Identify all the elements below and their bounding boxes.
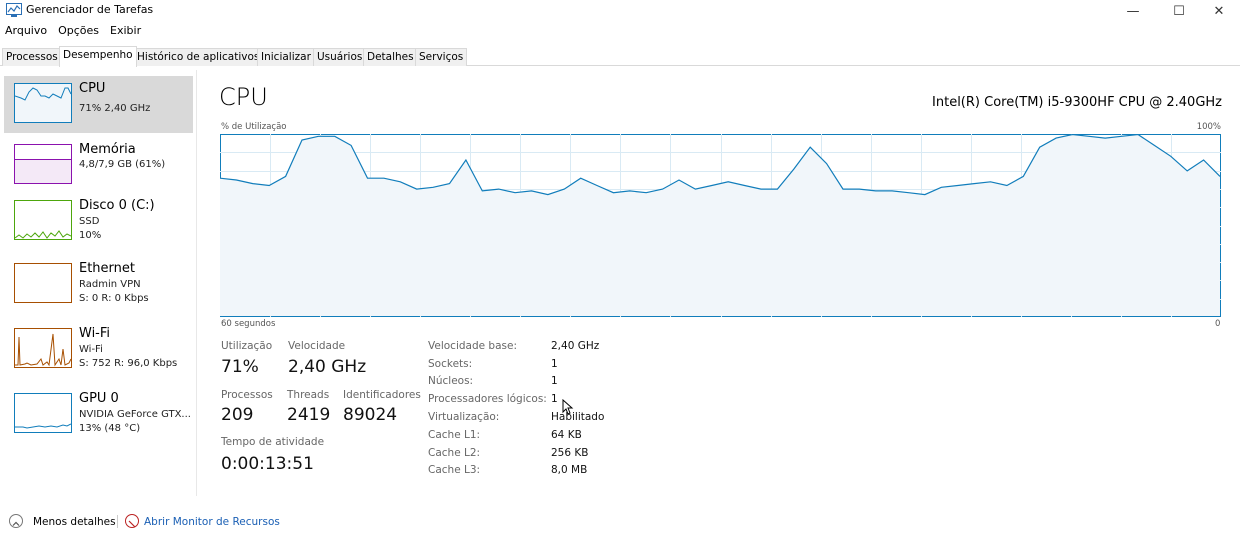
sidebar-label-cpu: CPU bbox=[79, 81, 106, 96]
sidebar-sub-disco-type: SSD bbox=[79, 216, 100, 227]
sidebar-sub-wifi-rate: S: 752 R: 96,0 Kbps bbox=[79, 358, 178, 369]
graph-utilization-label: % de Utilização bbox=[221, 122, 287, 132]
tab-historico[interactable]: Histórico de aplicativos bbox=[133, 48, 264, 66]
processes-value: 209 bbox=[221, 405, 254, 425]
cpu-model-name: Intel(R) Core(TM) i5-9300HF CPU @ 2.40GH… bbox=[932, 95, 1222, 110]
menu-opcoes[interactable]: Opções bbox=[53, 24, 105, 42]
sidebar-sub-ethernet-adapter: Radmin VPN bbox=[79, 279, 141, 290]
sidebar-item-cpu[interactable]: CPU 71% 2,40 GHz bbox=[4, 76, 193, 133]
graph-max-label: 100% bbox=[1196, 122, 1221, 132]
mouse-cursor-icon bbox=[562, 399, 574, 415]
ethernet-thumbnail bbox=[14, 263, 72, 303]
handles-value: 89024 bbox=[343, 405, 398, 425]
sidebar-sub-disco-usage: 10% bbox=[79, 230, 102, 241]
memory-thumbnail bbox=[14, 144, 72, 184]
detail-label-l2: Cache L2: bbox=[428, 447, 481, 459]
open-resource-monitor-link[interactable]: Abrir Monitor de Recursos bbox=[144, 516, 280, 528]
detail-label-sockets: Sockets: bbox=[428, 358, 473, 370]
sidebar-sub-cpu: 71% 2,40 GHz bbox=[79, 103, 151, 114]
gpu-mini-graph bbox=[15, 423, 71, 429]
detail-value-l2: 256 KB bbox=[551, 447, 589, 459]
memory-fill bbox=[15, 160, 71, 183]
sidebar-label-memoria: Memória bbox=[79, 142, 136, 157]
detail-value-logical: 1 bbox=[551, 393, 558, 405]
tab-desempenho[interactable]: Desempenho bbox=[59, 46, 137, 67]
detail-value-sockets: 1 bbox=[551, 358, 558, 370]
processes-label: Processos bbox=[221, 389, 273, 401]
graph-time-label: 60 segundos bbox=[221, 319, 276, 329]
threads-value: 2419 bbox=[287, 405, 331, 425]
threads-label: Threads bbox=[287, 389, 330, 401]
sidebar-sub-ethernet-rate: S: 0 R: 0 Kbps bbox=[79, 293, 149, 304]
sidebar-sub-memoria: 4,8/7,9 GB (61%) bbox=[79, 159, 166, 170]
menu-arquivo[interactable]: Arquivo bbox=[0, 24, 53, 42]
menu-bar: Arquivo Opções Exibir bbox=[0, 24, 147, 42]
sidebar-label-ethernet: Ethernet bbox=[79, 261, 135, 276]
wifi-mini-graph bbox=[15, 333, 71, 367]
detail-value-base-speed: 2,40 GHz bbox=[551, 340, 600, 352]
detail-label-logical: Processadores lógicos: bbox=[428, 393, 547, 405]
uptime-value: 0:00:13:51 bbox=[221, 454, 314, 474]
sidebar-item-disco[interactable]: Disco 0 (C:) SSD 10% bbox=[4, 193, 193, 250]
window-title: Gerenciador de Tarefas bbox=[26, 3, 154, 16]
sidebar-item-ethernet[interactable]: Ethernet Radmin VPN S: 0 R: 0 Kbps bbox=[4, 256, 193, 313]
uptime-label: Tempo de atividade bbox=[221, 436, 325, 448]
speed-label: Velocidade bbox=[288, 340, 346, 352]
sidebar-item-wifi[interactable]: Wi-Fi Wi-Fi S: 752 R: 96,0 Kbps bbox=[4, 321, 193, 378]
tab-usuarios[interactable]: Usuários bbox=[313, 48, 367, 66]
detail-label-cores: Núcleos: bbox=[428, 375, 474, 387]
tab-detalhes[interactable]: Detalhes bbox=[363, 48, 418, 66]
gpu-thumbnail bbox=[14, 393, 72, 433]
sidebar-sub-wifi-adapter: Wi-Fi bbox=[79, 344, 103, 355]
graph-zero-label: 0 bbox=[1215, 319, 1221, 329]
tab-servicos[interactable]: Serviços bbox=[415, 48, 468, 66]
detail-value-l1: 64 KB bbox=[551, 429, 582, 441]
sidebar-sub-gpu-usage: 13% (48 °C) bbox=[79, 423, 141, 434]
close-button[interactable]: ✕ bbox=[1196, 0, 1240, 22]
detail-label-l1: Cache L1: bbox=[428, 429, 481, 441]
sidebar-item-gpu[interactable]: GPU 0 NVIDIA GeForce GTX... 13% (48 °C) bbox=[4, 386, 193, 443]
cpu-thumbnail bbox=[14, 83, 72, 123]
less-details-link[interactable]: Menos detalhes bbox=[33, 516, 116, 528]
cpu-usage-graph bbox=[220, 134, 1221, 317]
minimize-button[interactable]: — bbox=[1110, 0, 1156, 22]
menu-exibir[interactable]: Exibir bbox=[105, 24, 147, 42]
disk-mini-graph bbox=[15, 230, 71, 239]
sidebar-sub-gpu-model: NVIDIA GeForce GTX... bbox=[79, 409, 191, 420]
sidebar-label-gpu: GPU 0 bbox=[79, 391, 119, 406]
handles-label: Identificadores bbox=[343, 389, 421, 401]
sidebar-label-wifi: Wi-Fi bbox=[79, 326, 111, 341]
tab-strip: Processos Desempenho Histórico de aplica… bbox=[0, 46, 1240, 67]
utilization-label: Utilização bbox=[221, 340, 273, 352]
detail-value-cores: 1 bbox=[551, 375, 558, 387]
wifi-thumbnail bbox=[14, 328, 72, 368]
chevron-up-icon[interactable] bbox=[9, 514, 23, 528]
disk-thumbnail bbox=[14, 200, 72, 240]
detail-label-l3: Cache L3: bbox=[428, 464, 481, 476]
speed-value: 2,40 GHz bbox=[288, 357, 367, 377]
page-title: CPU bbox=[219, 83, 268, 111]
utilization-value: 71% bbox=[221, 357, 259, 377]
detail-value-l3: 8,0 MB bbox=[551, 464, 588, 476]
tab-inicializar[interactable]: Inicializar bbox=[257, 48, 315, 66]
tab-processos[interactable]: Processos bbox=[2, 48, 62, 66]
footer-bar: Menos detalhes Abrir Monitor de Recursos bbox=[0, 508, 1240, 534]
sidebar-divider bbox=[196, 70, 197, 496]
sidebar-label-disco: Disco 0 (C:) bbox=[79, 198, 155, 213]
detail-value-virtualization: Habilitado bbox=[551, 411, 605, 423]
sidebar-item-memoria[interactable]: Memória 4,8/7,9 GB (61%) bbox=[4, 137, 193, 194]
footer-separator bbox=[117, 515, 118, 528]
resource-monitor-icon[interactable] bbox=[125, 514, 139, 528]
task-manager-icon bbox=[6, 3, 22, 17]
detail-label-base-speed: Velocidade base: bbox=[428, 340, 517, 352]
title-bar: Gerenciador de Tarefas — ☐ ✕ bbox=[0, 0, 1240, 22]
detail-label-virtualization: Virtualização: bbox=[428, 411, 500, 423]
cpu-mini-graph bbox=[15, 87, 71, 101]
